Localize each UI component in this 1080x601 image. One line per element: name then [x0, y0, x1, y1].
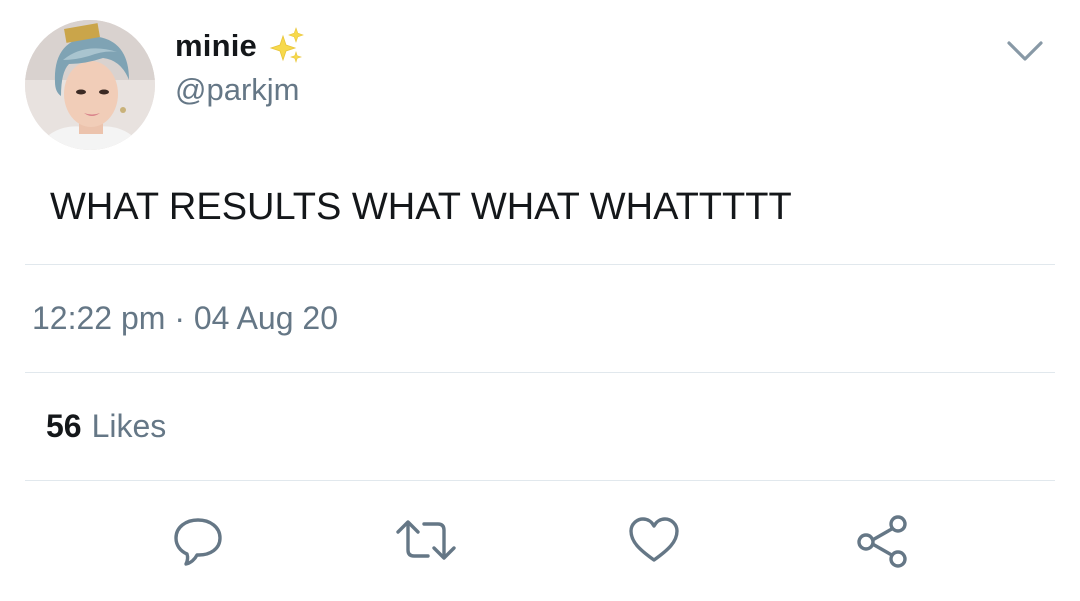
tweet-text: WHAT RESULTS WHAT WHAT WHATTTTT: [50, 186, 792, 228]
heart-icon: [626, 512, 682, 573]
avatar[interactable]: [25, 20, 155, 150]
retweet-button[interactable]: [396, 512, 456, 572]
tweet-timestamp[interactable]: 12:22 pm · 04 Aug 20: [32, 300, 338, 337]
display-name-row: minie: [175, 22, 305, 70]
retweet-icon: [394, 512, 458, 573]
likes-stat[interactable]: 56 Likes: [46, 408, 166, 445]
divider: [25, 372, 1055, 373]
display-name[interactable]: minie: [175, 28, 257, 64]
sparkles-icon: [269, 26, 305, 66]
like-button[interactable]: [624, 512, 684, 572]
reply-button[interactable]: [168, 512, 228, 572]
divider: [25, 264, 1055, 265]
share-button[interactable]: [852, 512, 912, 572]
share-icon: [854, 512, 910, 573]
likes-count: 56: [46, 408, 82, 444]
comment-icon: [170, 512, 226, 573]
user-handle[interactable]: @parkjm: [175, 72, 299, 108]
tweet-card: minie @parkjm WHAT RESULTS WHAT WHAT WHA…: [0, 0, 1080, 601]
likes-label: Likes: [91, 408, 167, 444]
divider: [25, 480, 1055, 481]
chevron-down-icon[interactable]: [1004, 34, 1046, 68]
avatar-photo: [25, 20, 155, 150]
